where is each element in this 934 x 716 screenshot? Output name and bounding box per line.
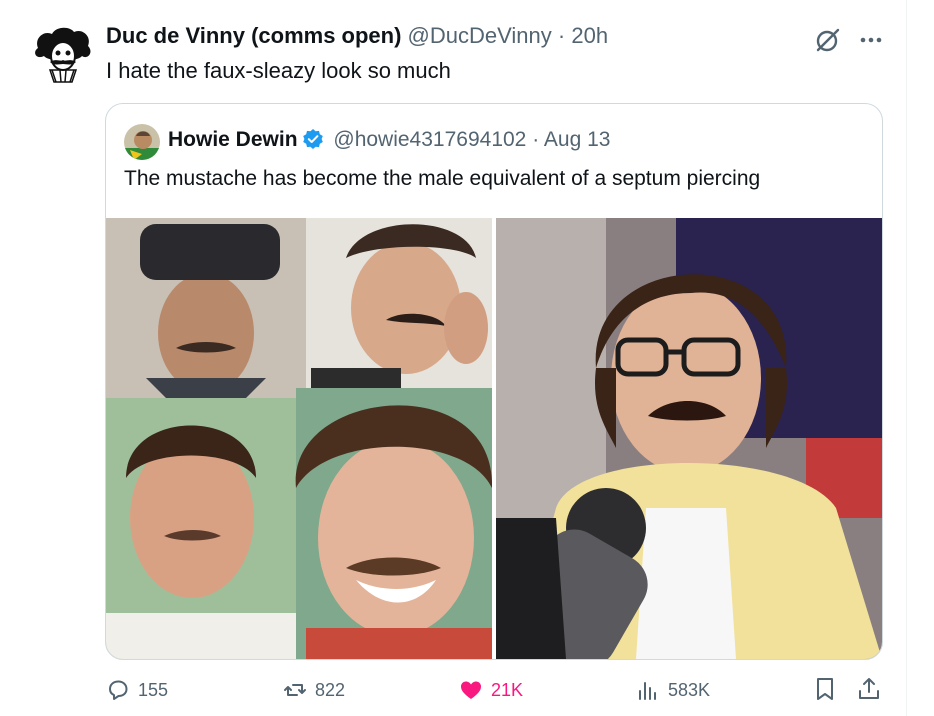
- quoted-tweet-text: The mustache has become the male equival…: [124, 167, 761, 190]
- tweet-time[interactable]: 20h: [571, 23, 608, 48]
- separator-dot: ·: [557, 23, 566, 48]
- author-name[interactable]: Duc de Vinny (comms open): [106, 23, 401, 48]
- separator-dot: ·: [532, 128, 540, 151]
- quoted-tweet-media[interactable]: [106, 218, 882, 659]
- repost-icon: [284, 684, 306, 696]
- column-border: [906, 0, 907, 716]
- quoted-author-name[interactable]: Howie Dewin: [168, 128, 298, 151]
- repost-count: 822: [315, 679, 346, 700]
- heart-icon: [461, 681, 481, 699]
- share-icon[interactable]: [856, 676, 882, 702]
- views-icon: [639, 682, 656, 700]
- tweet-text: I hate the faux-sleazy look so much: [106, 58, 451, 83]
- like-button[interactable]: 21K: [459, 676, 523, 704]
- author-avatar[interactable]: [32, 26, 94, 84]
- repost-button[interactable]: 822: [283, 676, 345, 704]
- quoted-tweet-header: Howie Dewin @howie4317694102 · Aug 13: [168, 126, 610, 154]
- media-image-collage[interactable]: [106, 218, 492, 659]
- reply-button[interactable]: 155: [106, 676, 168, 704]
- more-icon[interactable]: [858, 30, 884, 50]
- tweet-header: Duc de Vinny (comms open) @DucDeVinny · …: [106, 22, 608, 50]
- reply-icon: [109, 680, 128, 700]
- quoted-tweet-date[interactable]: Aug 13: [544, 128, 611, 151]
- media-image-portrait[interactable]: [496, 218, 882, 659]
- views-button[interactable]: 583K: [636, 676, 710, 704]
- quoted-author-avatar[interactable]: [124, 124, 160, 160]
- like-count: 21K: [491, 679, 524, 700]
- verified-badge-icon: [302, 129, 323, 149]
- quoted-author-handle[interactable]: @howie4317694102: [333, 128, 526, 151]
- tweet-action-bar: 155 822 21K 583K: [0, 668, 906, 712]
- view-count: 583K: [668, 679, 711, 700]
- quoted-tweet-card[interactable]: Howie Dewin @howie4317694102 · Aug 13 Th…: [105, 103, 883, 660]
- author-handle[interactable]: @DucDeVinny: [408, 23, 552, 48]
- grok-icon[interactable]: [814, 26, 842, 54]
- bookmark-icon[interactable]: [812, 676, 838, 702]
- reply-count: 155: [138, 679, 169, 700]
